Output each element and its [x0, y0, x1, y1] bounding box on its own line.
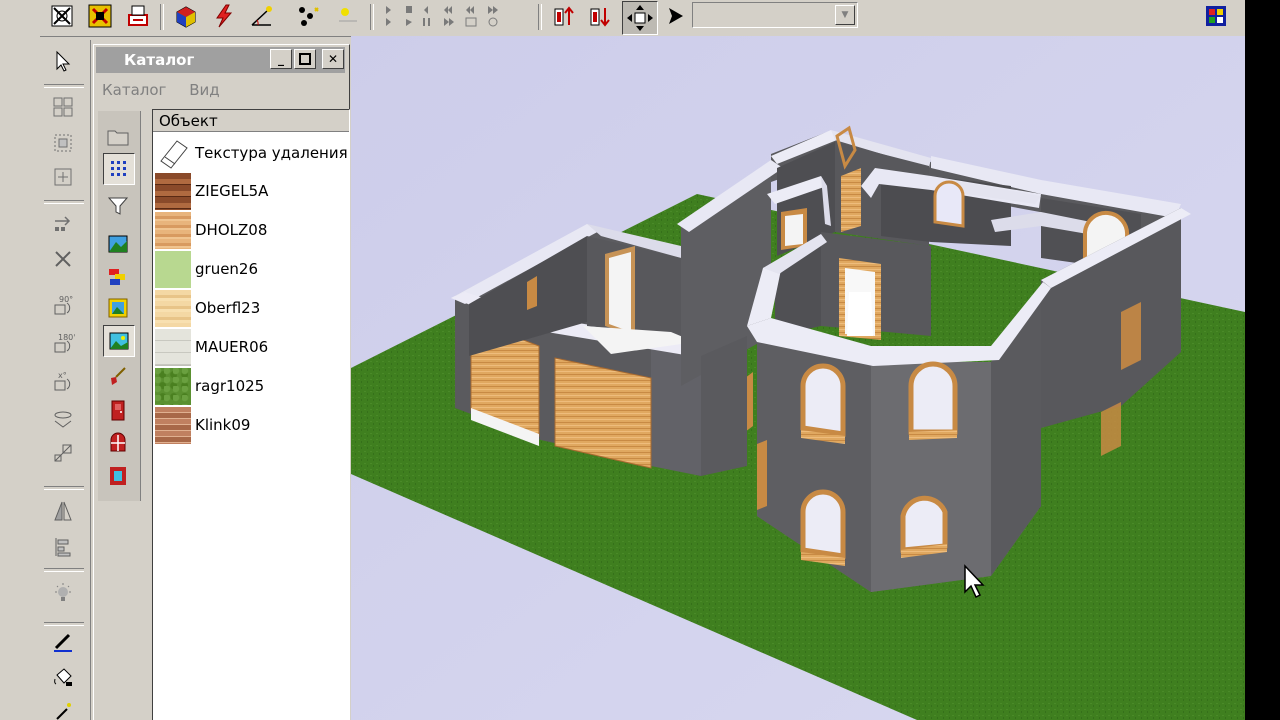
scene-picture-icon[interactable] [103, 325, 135, 357]
list-column-header[interactable]: Объект [153, 110, 349, 132]
brick-texture [155, 406, 191, 444]
group-select-icon[interactable] [48, 92, 78, 122]
list-item-label: DHOLZ08 [195, 221, 268, 239]
scale-icon[interactable] [48, 438, 78, 468]
list-item-label: ragr1025 [195, 377, 265, 395]
move-icon[interactable] [48, 208, 78, 238]
list-item-label: Klink09 [195, 416, 251, 434]
texture-grid-icon[interactable] [103, 153, 135, 185]
rotate-3d-icon[interactable] [48, 404, 78, 434]
move-select-icon[interactable] [48, 162, 78, 192]
rotate-90-icon[interactable]: 90° [48, 290, 78, 320]
catalog-menubar: Каталог Вид [102, 81, 238, 99]
list-item[interactable]: Oberfl23 [155, 289, 349, 327]
house-3d-render [351, 36, 1245, 720]
door-icon[interactable] [103, 395, 133, 425]
camera-path-icon[interactable] [294, 2, 322, 30]
3d-view-icon[interactable] [172, 2, 200, 30]
view-select-combo[interactable]: ▼ [692, 2, 858, 28]
light-bulb-icon[interactable] [48, 578, 78, 608]
list-item[interactable]: ragr1025 [155, 367, 349, 405]
rotate-180-icon[interactable]: 180° [48, 328, 78, 358]
zoom-extents-icon[interactable] [48, 2, 76, 30]
folder-icon[interactable] [103, 121, 133, 151]
list-item-label: Oberfl23 [195, 299, 261, 317]
wood-texture [155, 211, 191, 249]
magic-wand-icon[interactable] [48, 696, 78, 720]
grass-texture [155, 367, 191, 405]
sun-angle-icon[interactable] [248, 2, 276, 30]
window-frame-icon[interactable] [103, 461, 133, 491]
green-texture [155, 250, 191, 288]
catalog-category-tabs [98, 111, 141, 501]
light-source-icon[interactable] [334, 2, 362, 30]
list-item-label: Текстура удаления [195, 144, 348, 162]
frame-select-icon[interactable] [48, 128, 78, 158]
right-edge [1245, 0, 1280, 720]
align-icon[interactable] [48, 532, 78, 562]
wall-texture [155, 328, 191, 366]
rotate-free-icon[interactable]: x° [48, 366, 78, 396]
picture-frame-icon[interactable] [103, 293, 133, 323]
svg-text:180°: 180° [58, 333, 75, 342]
chevron-down-icon[interactable]: ▼ [835, 5, 855, 25]
layers-icon[interactable] [103, 261, 133, 291]
animation-controls[interactable] [378, 2, 518, 30]
maximize-icon[interactable] [294, 49, 316, 69]
pan-navigation-icon[interactable] [622, 1, 658, 35]
landscape-picture-icon[interactable] [103, 229, 133, 259]
application-window: ▼ 90° 180° [0, 0, 1280, 720]
minimize-icon[interactable]: _ [270, 49, 292, 69]
outer-left-strip [0, 36, 40, 720]
menu-catalog[interactable]: Каталог [102, 81, 166, 99]
window-icon[interactable] [103, 427, 133, 457]
left-toolstrip: 90° 180° x° [40, 40, 91, 720]
close-icon[interactable]: ✕ [322, 49, 344, 69]
printer-icon[interactable] [124, 2, 152, 30]
3d-viewport[interactable] [351, 36, 1245, 720]
pencil-draw-icon[interactable] [48, 626, 78, 656]
list-item-label: ZIEGEL5A [195, 182, 269, 200]
list-item[interactable]: Текстура удаления [155, 134, 349, 172]
catalog-panel: Каталог _ ✕ Каталог Вид Объект Текстура … [93, 44, 350, 720]
construction-icon[interactable] [86, 2, 114, 30]
svg-text:90°: 90° [59, 295, 73, 304]
svg-text:x°: x° [58, 371, 67, 380]
mirror-icon[interactable] [48, 496, 78, 526]
lightning-render-icon[interactable] [210, 2, 238, 30]
eraser-icon [155, 135, 191, 172]
walk-arrow-icon[interactable] [662, 2, 690, 30]
select-arrow-icon[interactable] [48, 46, 78, 76]
list-item[interactable]: Klink09 [155, 406, 349, 444]
filter-icon[interactable] [103, 191, 133, 221]
delete-icon[interactable] [48, 244, 78, 274]
roof-tile-texture [155, 172, 191, 210]
catalog-title: Каталог [124, 51, 195, 69]
floor-down-icon[interactable] [586, 2, 614, 30]
mouse-cursor-icon [964, 564, 985, 599]
color-palette-icon[interactable] [1202, 2, 1230, 30]
floor-up-icon[interactable] [550, 2, 578, 30]
list-item-label: gruen26 [195, 260, 259, 278]
shovel-tool-icon[interactable] [103, 361, 133, 391]
light-wood-texture [155, 289, 191, 327]
list-item[interactable]: MAUER06 [155, 328, 349, 366]
paint-bucket-icon[interactable] [48, 662, 78, 692]
catalog-object-list[interactable]: Объект Текстура удаления ZIEGEL5A DHOLZ0… [152, 109, 350, 720]
main-toolbar: ▼ [0, 0, 1245, 37]
list-item[interactable]: DHOLZ08 [155, 211, 349, 249]
list-item-label: MAUER06 [195, 338, 269, 356]
menu-view[interactable]: Вид [189, 81, 219, 99]
list-item[interactable]: ZIEGEL5A [155, 172, 349, 210]
list-item[interactable]: gruen26 [155, 250, 349, 288]
